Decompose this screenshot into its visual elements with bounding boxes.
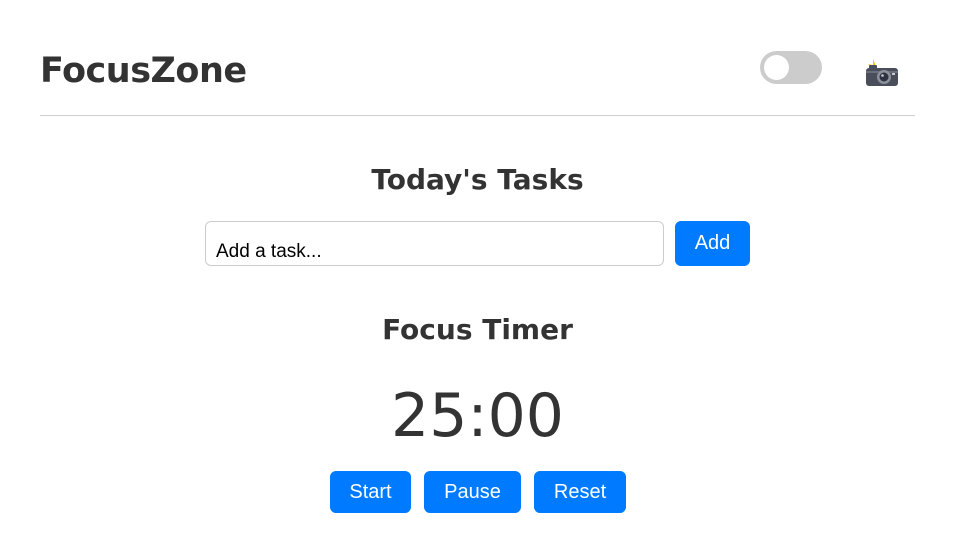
camera-with-flash-icon[interactable] [864,58,900,88]
toggle-knob [764,55,789,80]
pause-button[interactable]: Pause [424,471,521,513]
app-title: FocusZone [40,51,247,91]
task-input[interactable] [205,221,664,266]
tasks-heading: Today's Tasks [371,163,584,196]
theme-toggle[interactable] [760,51,822,84]
header: FocusZone [40,38,915,116]
timer-heading: Focus Timer [382,313,573,346]
reset-button[interactable]: Reset [534,471,626,513]
add-task-button[interactable]: Add [675,221,750,266]
start-button[interactable]: Start [330,471,411,513]
focuszone-page: FocusZone Today's Tasks Add Focus Timer [0,0,955,555]
timer-display: 25:00 [391,381,564,451]
